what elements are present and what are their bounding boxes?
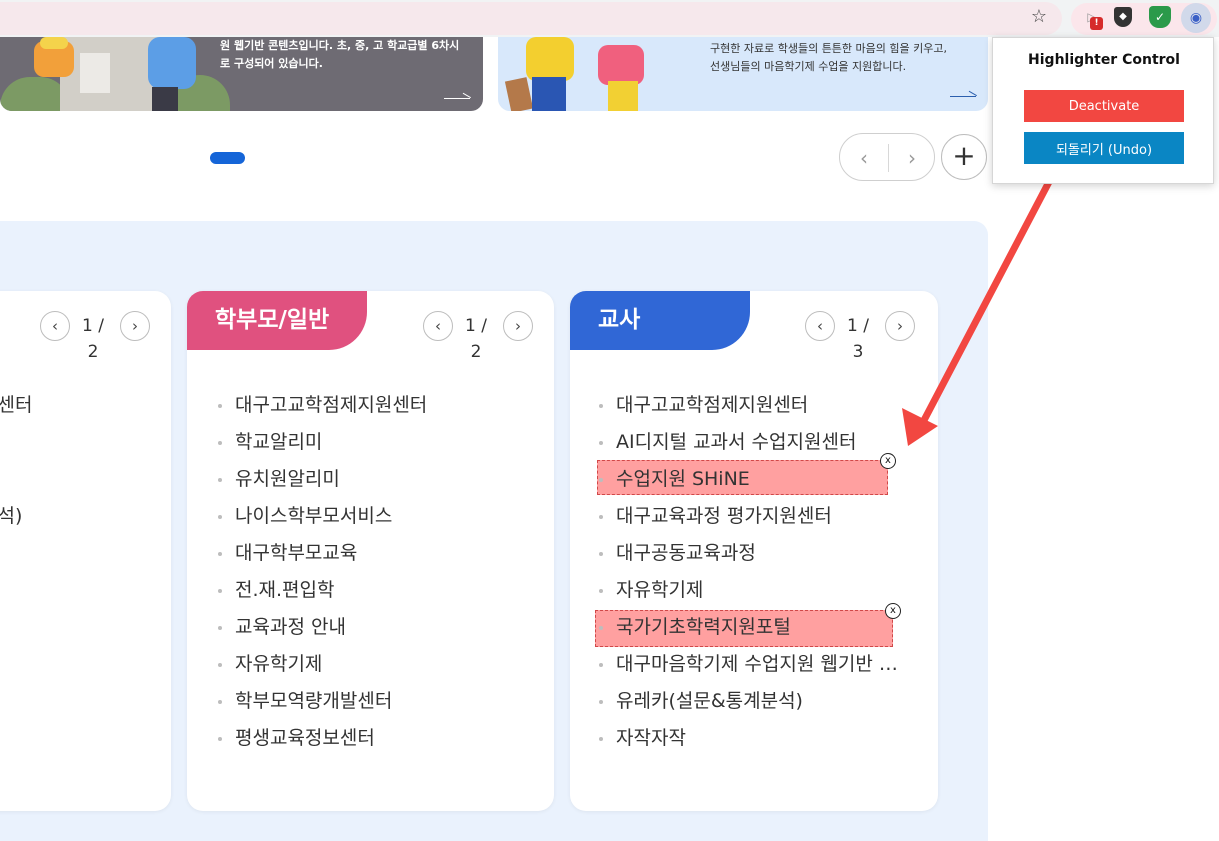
- link-list: 원센터 분석) 관 고: [0, 387, 32, 683]
- banner-illustration: [148, 37, 196, 89]
- add-button[interactable]: +: [941, 134, 987, 180]
- banner-text: 구현한 자료로 학생들의 튼튼한 마음의 힘을 키우고, 선생님들의 마음학기제…: [710, 40, 947, 76]
- link-item-highlighted[interactable]: 수업지원 SHiNE: [598, 461, 898, 498]
- divider: [888, 144, 889, 172]
- link-item[interactable]: [0, 424, 32, 461]
- carousel-next-button[interactable]: ›: [898, 144, 926, 172]
- link-item[interactable]: 자유학기제: [217, 646, 427, 683]
- link-item[interactable]: 분석): [0, 498, 32, 535]
- link-item[interactable]: 나이스학부모서비스: [217, 498, 427, 535]
- card-next-button[interactable]: ›: [120, 311, 150, 341]
- arrow-right-icon: [950, 87, 976, 97]
- banner-illustration: [532, 77, 566, 111]
- page-counter: 1 / 2: [465, 316, 487, 362]
- bookmark-star-icon[interactable]: ☆: [1028, 6, 1050, 28]
- banner-illustration: [40, 37, 68, 49]
- banner-text-line: 선생님들의 마음학기제 수업을 지원합니다.: [710, 60, 907, 73]
- shield-extension-icon[interactable]: ◆: [1114, 7, 1132, 27]
- address-bar[interactable]: [0, 2, 1062, 35]
- browser-toolbar: ☆ ▷! ◆ ✓ ◉: [0, 0, 1219, 37]
- banner-illustration: [152, 87, 178, 111]
- link-item[interactable]: [0, 535, 32, 572]
- highlighter-popup: Highlighter Control Deactivate 되돌리기 (Und…: [992, 37, 1214, 184]
- card-prev-button[interactable]: ‹: [40, 311, 70, 341]
- check-extension-icon[interactable]: ✓: [1149, 6, 1171, 28]
- link-item[interactable]: 고: [0, 646, 32, 683]
- banner-text-line: 로 구성되어 있습니다.: [220, 57, 323, 70]
- page-counter: 1 / 2: [82, 316, 104, 362]
- link-card-student: ‹ 1 / 2 › 원센터 분석) 관 고: [0, 291, 171, 811]
- carousel-pager: ‹ ›: [839, 133, 935, 181]
- link-list: 대구고교학점제지원센터 학교알리미 유치원알리미 나이스학부모서비스 대구학부모…: [217, 387, 427, 757]
- link-item[interactable]: 자유학기제: [598, 572, 898, 609]
- link-item[interactable]: AI디지털 교과서 수업지원센터: [598, 424, 898, 461]
- banner-card-1[interactable]: 원 웹기반 콘텐츠입니다. 초, 중, 고 학교급별 6차시 로 구성되어 있습…: [0, 37, 483, 111]
- link-item[interactable]: 대구고교학점제지원센터: [598, 387, 898, 424]
- arrow-right-icon: [444, 89, 470, 99]
- banner-text-line: 구현한 자료로 학생들의 튼튼한 마음의 힘을 키우고,: [710, 42, 947, 55]
- banner-card-2[interactable]: 구현한 자료로 학생들의 튼튼한 마음의 힘을 키우고, 선생님들의 마음학기제…: [498, 37, 988, 111]
- card-tag: 교사: [570, 291, 750, 350]
- card-prev-button[interactable]: ‹: [805, 311, 835, 341]
- link-item[interactable]: 대구마음학기제 수업지원 웹기반 …: [598, 646, 898, 683]
- banner-text: 원 웹기반 콘텐츠입니다. 초, 중, 고 학교급별 6차시 로 구성되어 있습…: [220, 37, 459, 73]
- link-item[interactable]: 학부모역량개발센터: [217, 683, 427, 720]
- link-item[interactable]: 평생교육정보센터: [217, 720, 427, 757]
- link-item[interactable]: 전.재.편입학: [217, 572, 427, 609]
- link-item[interactable]: 유치원알리미: [217, 461, 427, 498]
- link-item[interactable]: 관: [0, 609, 32, 646]
- deactivate-button[interactable]: Deactivate: [1024, 90, 1184, 122]
- link-item[interactable]: 자작자작: [598, 720, 898, 757]
- highlight-close-button[interactable]: x: [885, 603, 901, 619]
- link-item[interactable]: 대구교육과정 평가지원센터: [598, 498, 898, 535]
- link-card-teacher: 교사 ‹ 1 / 3 › 대구고교학점제지원센터 AI디지털 교과서 수업지원센…: [570, 291, 938, 811]
- link-item[interactable]: 유레카(설문&통계분석): [598, 683, 898, 720]
- link-item[interactable]: 교육과정 안내: [217, 609, 427, 646]
- link-item[interactable]: [0, 461, 32, 498]
- link-item[interactable]: 대구학부모교육: [217, 535, 427, 572]
- popup-title: Highlighter Control: [1028, 52, 1180, 68]
- link-list: 대구고교학점제지원센터 AI디지털 교과서 수업지원센터 수업지원 SHiNE …: [598, 387, 898, 757]
- link-card-parent: 학부모/일반 ‹ 1 / 2 › 대구고교학점제지원센터 학교알리미 유치원알리…: [187, 291, 554, 811]
- link-item[interactable]: 원센터: [0, 387, 32, 424]
- card-next-button[interactable]: ›: [885, 311, 915, 341]
- link-item[interactable]: 대구고교학점제지원센터: [217, 387, 427, 424]
- banner-illustration: [526, 37, 574, 81]
- highlight-close-button[interactable]: x: [880, 453, 896, 469]
- cursor-extension-icon[interactable]: ▷!: [1081, 6, 1103, 30]
- page-counter: 1 / 3: [847, 316, 869, 362]
- extension-badge: !: [1090, 17, 1103, 30]
- carousel-dot-active[interactable]: [210, 152, 245, 164]
- banner-illustration: [608, 81, 638, 111]
- link-item[interactable]: [0, 572, 32, 609]
- card-tag: 학부모/일반: [187, 291, 367, 350]
- banner-illustration: [598, 45, 644, 85]
- banner-illustration: [504, 77, 534, 111]
- undo-button[interactable]: 되돌리기 (Undo): [1024, 132, 1184, 164]
- card-prev-button[interactable]: ‹: [423, 311, 453, 341]
- link-item[interactable]: 대구공동교육과정: [598, 535, 898, 572]
- link-item[interactable]: 학교알리미: [217, 424, 427, 461]
- carousel-prev-button[interactable]: ‹: [850, 144, 878, 172]
- link-item-highlighted[interactable]: 국가기초학력지원포털: [598, 609, 898, 646]
- card-next-button[interactable]: ›: [503, 311, 533, 341]
- banner-text-line: 원 웹기반 콘텐츠입니다. 초, 중, 고 학교급별 6차시: [220, 39, 460, 52]
- camera-extension-icon[interactable]: ◉: [1181, 3, 1211, 33]
